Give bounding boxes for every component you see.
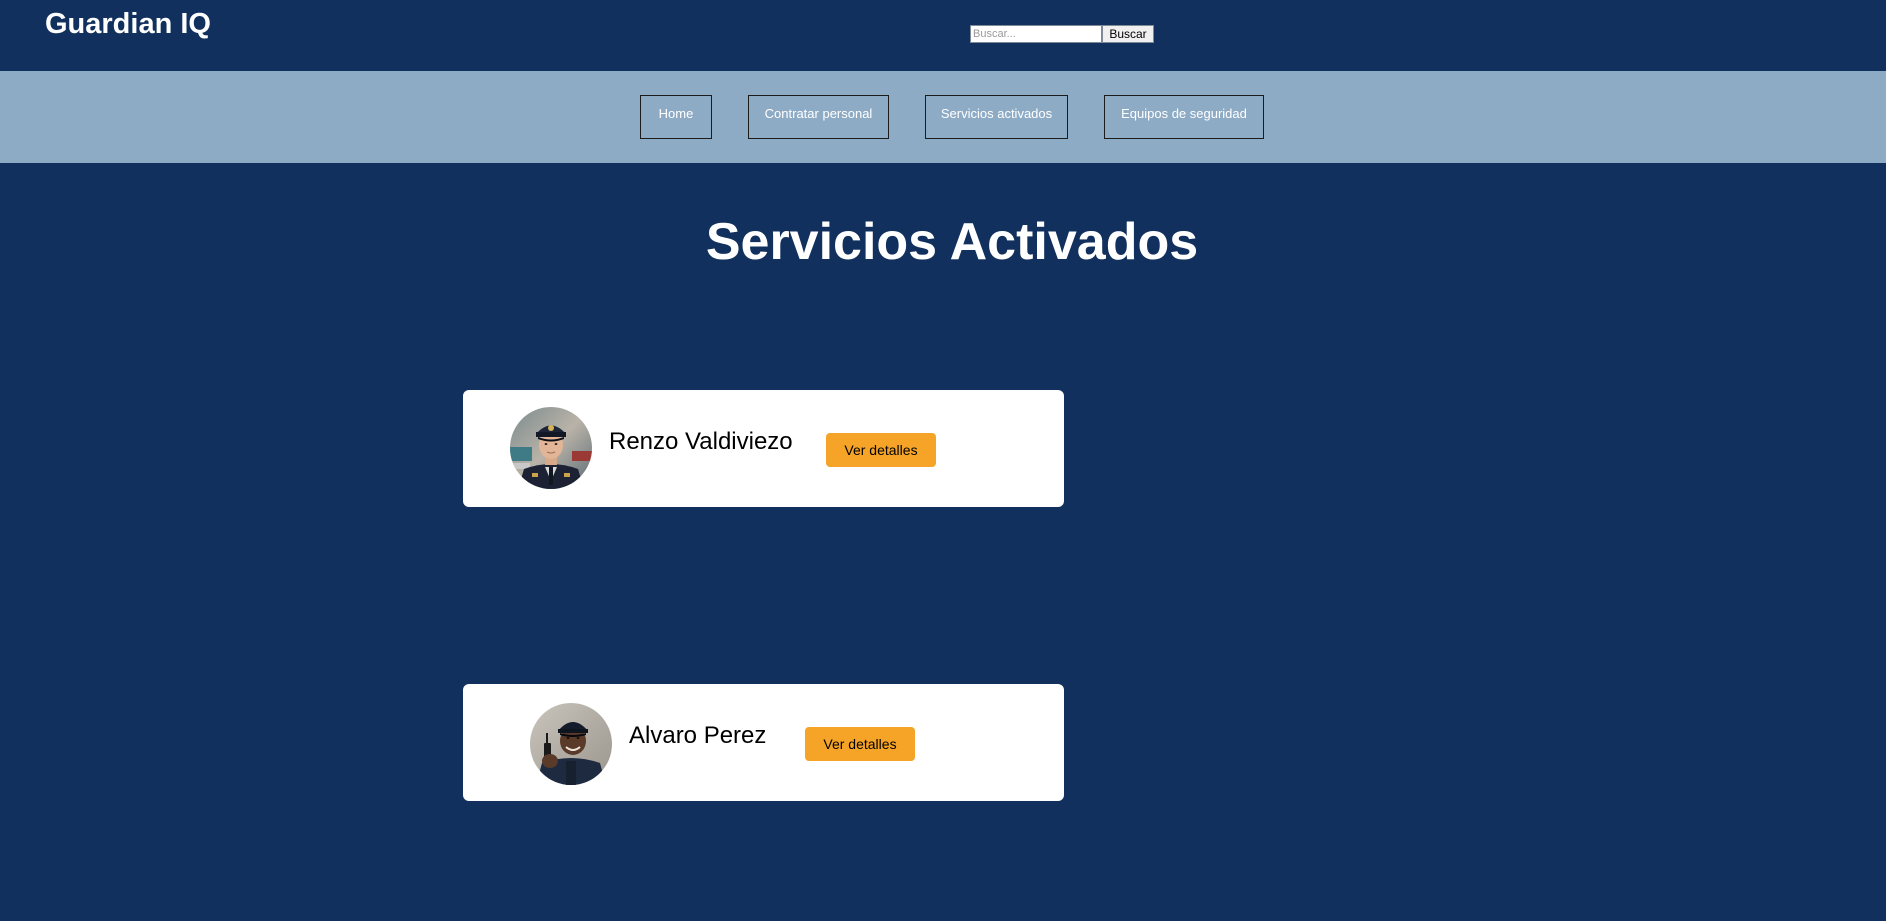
page: Guardian IQ Buscar Home Contratar person… bbox=[0, 0, 1886, 921]
service-card: Alvaro Perez Ver detalles bbox=[463, 684, 1064, 801]
nav-contratar-personal-button[interactable]: Contratar personal bbox=[748, 95, 889, 139]
service-person-name: Alvaro Perez bbox=[629, 722, 767, 749]
ver-detalles-button[interactable]: Ver detalles bbox=[805, 727, 915, 761]
service-card: Renzo Valdiviezo Ver detalles bbox=[463, 390, 1064, 507]
page-title: Servicios Activados bbox=[705, 213, 1199, 271]
nav-home-button[interactable]: Home bbox=[640, 95, 712, 139]
police-officer-avatar bbox=[510, 407, 592, 489]
police-officer-avatar-image bbox=[510, 407, 592, 489]
search-input[interactable] bbox=[970, 25, 1102, 43]
nav-servicios-activados-button[interactable]: Servicios activados bbox=[925, 95, 1068, 139]
brand-logo-text[interactable]: Guardian IQ bbox=[45, 8, 211, 41]
nav-bar: Home Contratar personal Servicios activa… bbox=[0, 71, 1886, 163]
ver-detalles-button[interactable]: Ver detalles bbox=[826, 433, 936, 467]
top-header: Guardian IQ Buscar bbox=[0, 0, 1886, 71]
search-button[interactable]: Buscar bbox=[1102, 25, 1154, 43]
nav-equipos-seguridad-button[interactable]: Equipos de seguridad bbox=[1104, 95, 1264, 139]
service-person-name: Renzo Valdiviezo bbox=[609, 428, 793, 455]
security-guard-avatar-image bbox=[530, 703, 612, 785]
search-form: Buscar bbox=[970, 25, 1154, 43]
security-guard-avatar bbox=[530, 703, 612, 785]
